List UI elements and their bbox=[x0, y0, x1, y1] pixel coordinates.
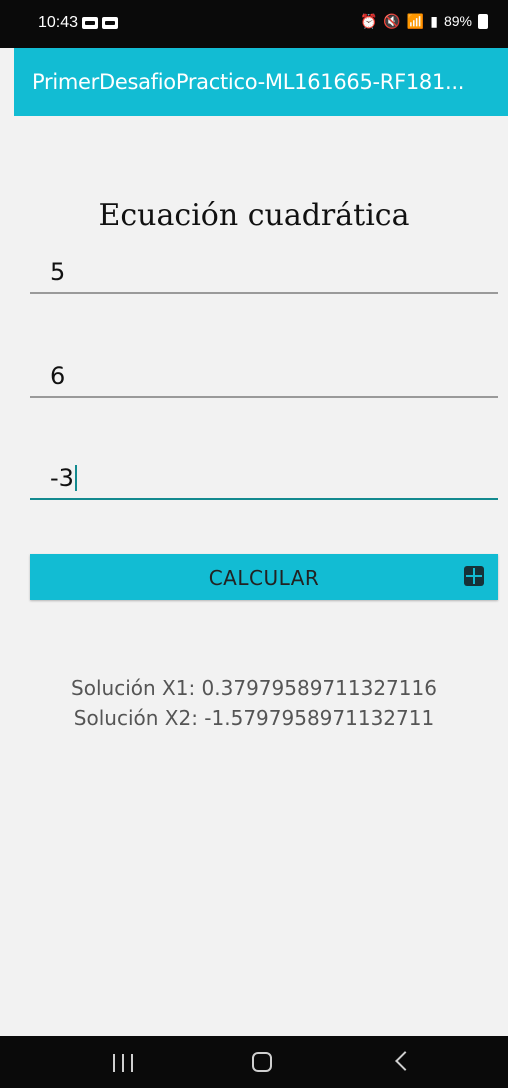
coefficient-a-input[interactable]: 5 bbox=[30, 254, 498, 294]
calculator-icon bbox=[464, 566, 484, 586]
coefficient-b-value: 6 bbox=[50, 362, 66, 390]
back-icon[interactable] bbox=[395, 1051, 415, 1071]
system-status-icons: ⏰ 🔇 📶 ▮ 89% bbox=[360, 13, 488, 29]
app-title: PrimerDesafioPractico-ML161665-RF181... bbox=[32, 70, 465, 94]
recents-icon[interactable] bbox=[113, 1054, 133, 1072]
solution-x1: Solución X1: 0.37979589711327116 bbox=[71, 676, 437, 700]
wifi-icon: 📶 bbox=[406, 13, 425, 29]
notification-icon bbox=[102, 17, 118, 29]
text-cursor bbox=[74, 465, 77, 491]
app-bar: PrimerDesafioPractico-ML161665-RF181... bbox=[14, 48, 508, 116]
signal-icon: ▮ bbox=[430, 13, 438, 29]
solution-x2: Solución X2: -1.5797958971132711 bbox=[73, 706, 435, 730]
coefficient-a-value: 5 bbox=[50, 258, 66, 286]
calculate-button-label: CALCULAR bbox=[208, 566, 320, 590]
notification-icons bbox=[82, 17, 118, 29]
coefficient-b-input[interactable]: 6 bbox=[30, 358, 498, 398]
page-title: Ecuación cuadrática bbox=[98, 198, 410, 233]
coefficient-c-value: -3 bbox=[50, 464, 74, 492]
battery-percent: 89% bbox=[443, 13, 472, 29]
alarm-icon: ⏰ bbox=[359, 13, 378, 29]
home-icon[interactable] bbox=[252, 1052, 272, 1072]
calculate-button[interactable]: CALCULAR bbox=[30, 554, 498, 600]
battery-icon bbox=[478, 13, 488, 29]
navigation-bar bbox=[0, 1036, 508, 1088]
mute-icon: 🔇 bbox=[383, 13, 401, 29]
status-time: 10:43 bbox=[38, 14, 79, 31]
coefficient-c-input[interactable]: -3 bbox=[30, 460, 498, 500]
status-bar: 10:43 ⏰ 🔇 📶 ▮ 89% bbox=[0, 0, 508, 48]
notification-icon bbox=[82, 17, 98, 29]
